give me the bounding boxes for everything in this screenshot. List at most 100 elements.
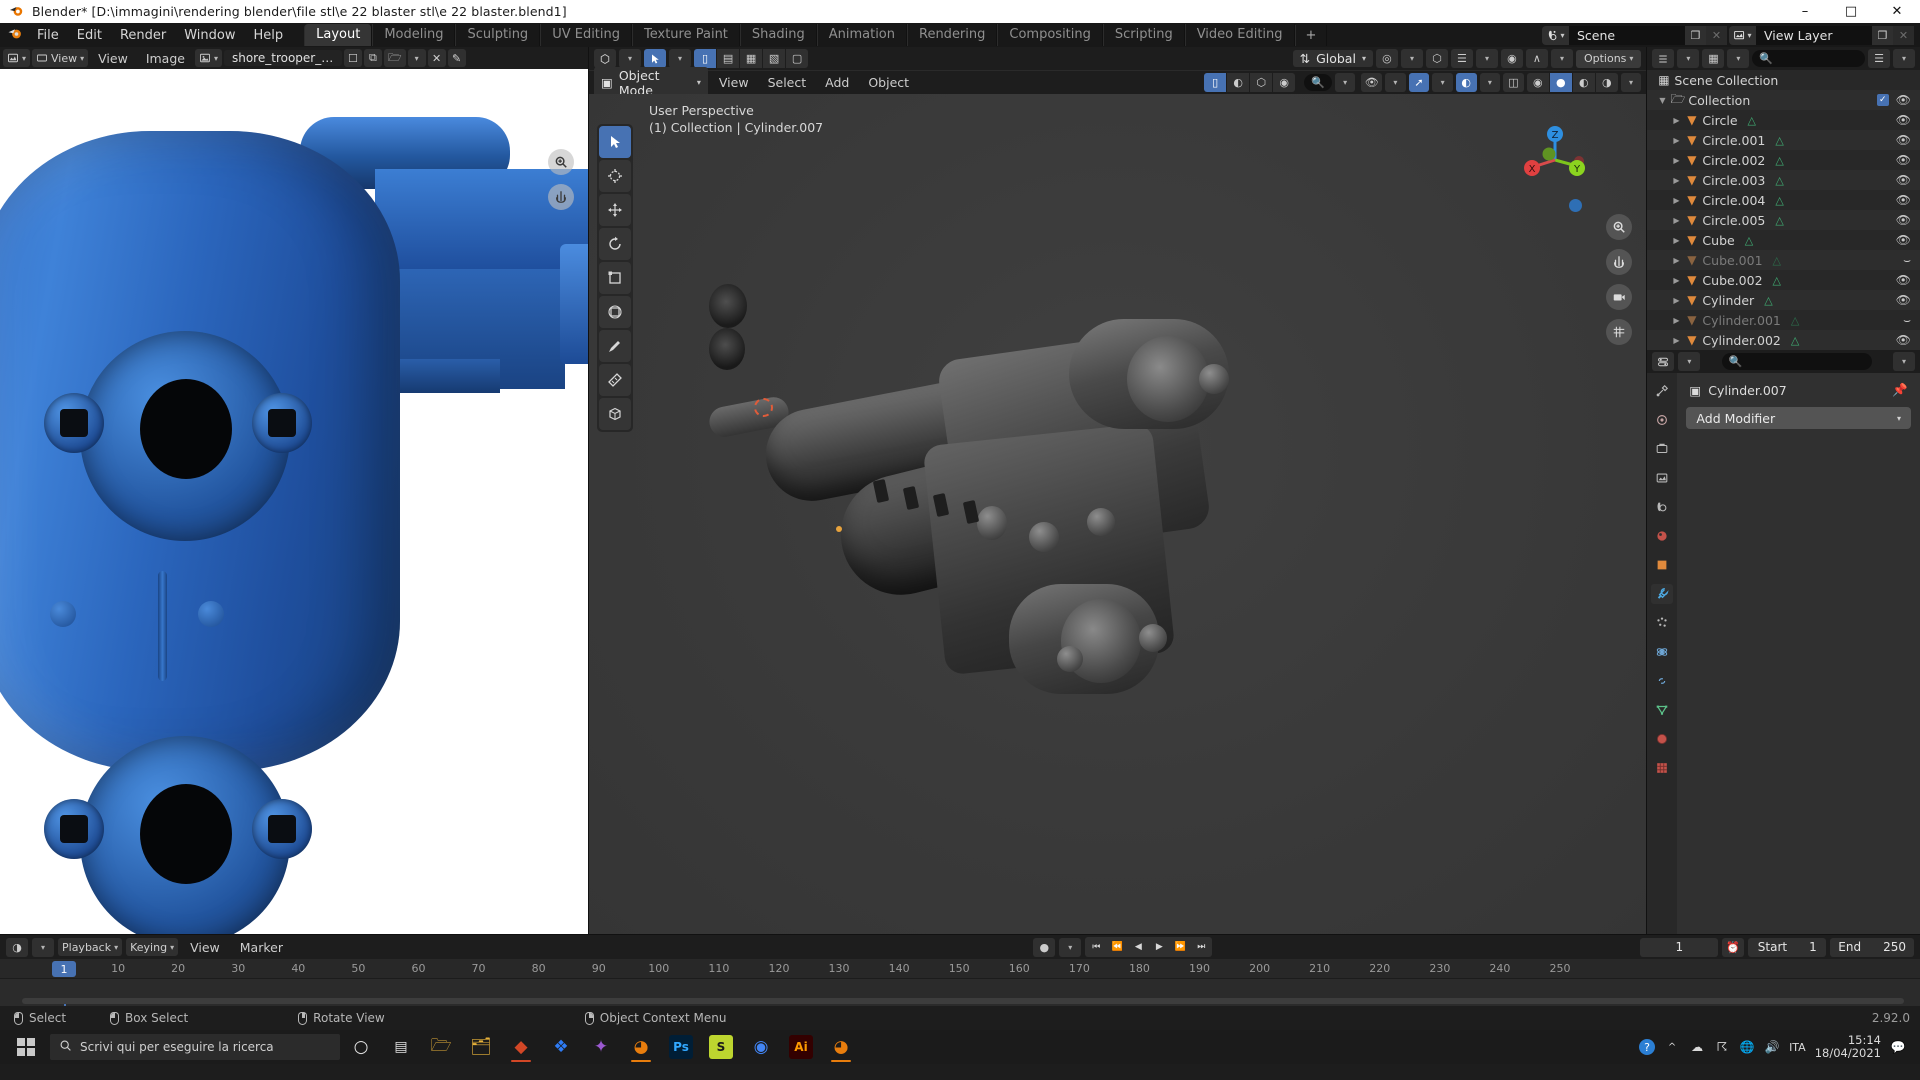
properties-tab-view-layer[interactable] (1651, 468, 1673, 488)
overlays-icon[interactable]: ◐ (1455, 73, 1477, 92)
eye-icon[interactable]: 👁 (1896, 153, 1911, 167)
timeline-horizontal-scrollbar[interactable] (22, 998, 1904, 1004)
properties-options-chevron[interactable]: ▾ (1892, 352, 1915, 371)
visibility-icon[interactable]: 👁 (1361, 73, 1383, 92)
viewport-editor-type-icon[interactable] (594, 49, 617, 68)
playhead-marker[interactable]: 1 (52, 961, 76, 977)
outliner-item-circle-002[interactable]: ▶ ▼ Circle.002 △ 👁 (1647, 150, 1920, 170)
blender-menu-icon[interactable] (2, 25, 28, 45)
properties-tab-output[interactable] (1651, 439, 1673, 459)
view-layer-selector[interactable]: ▾ View Layer ❐ ✕ (1729, 25, 1914, 45)
outliner-item-cube[interactable]: ▶ ▼ Cube △ 👁 (1647, 230, 1920, 250)
image-options-icon[interactable]: ▾ (407, 49, 426, 67)
proportional-falloff-icon[interactable]: ∧ (1525, 49, 1548, 68)
jump-to-start-button[interactable]: ⏮ (1086, 938, 1106, 956)
shading-solid-icon[interactable]: ● (1549, 73, 1572, 92)
next-keyframe-button[interactable]: ⏩ (1170, 938, 1190, 956)
eye-icon[interactable]: 👁 (1896, 173, 1911, 187)
outliner-item-cube-002[interactable]: ▶ ▼ Cube.002 △ 👁 (1647, 270, 1920, 290)
scale-tool[interactable] (599, 262, 632, 294)
browse-image-button[interactable]: ▾ (194, 49, 222, 67)
blender-icon[interactable]: ◕ (622, 1030, 660, 1064)
eye-closed-icon[interactable]: ⌣ (1903, 253, 1911, 268)
eye-icon[interactable]: 👁 (1896, 233, 1911, 247)
outliner-row-scene-collection[interactable]: ▦ Scene Collection (1647, 70, 1920, 90)
disclosure-triangle-icon[interactable]: ▶ (1669, 316, 1683, 325)
workspace-tab-video-editing[interactable]: Video Editing (1184, 24, 1295, 46)
outliner-tree[interactable]: ▦ Scene Collection ▼ 🗁 Collection ✓ 👁 ▶ … (1647, 70, 1920, 350)
viewport-search-input[interactable]: 🔍 (1304, 74, 1332, 91)
outliner-item-circle-005[interactable]: ▶ ▼ Circle.005 △ 👁 (1647, 210, 1920, 230)
outliner-search-input[interactable]: 🔍 (1752, 50, 1865, 67)
measure-tool[interactable] (599, 364, 632, 396)
eye-icon[interactable]: 👁 (1896, 333, 1911, 347)
select-invert-icon[interactable]: ▧ (763, 49, 786, 68)
usb-icon[interactable]: ☈ (1714, 1039, 1730, 1055)
pin-icon[interactable]: 📌 (1892, 382, 1908, 398)
disclosure-triangle-icon[interactable]: ▼ (1655, 96, 1669, 105)
tweak-select-tool-icon[interactable] (644, 49, 667, 68)
eye-icon[interactable]: 👁 (1896, 113, 1911, 127)
menu-help[interactable]: Help (245, 26, 293, 45)
windows-start-icon[interactable] (4, 1030, 48, 1064)
folder-icon[interactable]: 🗂 (462, 1030, 500, 1064)
overlays-chevron[interactable]: ▾ (1479, 73, 1501, 92)
magnet-icon[interactable]: ⬡ (1425, 49, 1448, 68)
viewport-canvas[interactable]: User Perspective (1) Collection | Cylind… (589, 94, 1647, 934)
outliner-item-cylinder[interactable]: ▶ ▼ Cylinder △ 👁 (1647, 290, 1920, 310)
gizmo-icon[interactable]: ➚ (1408, 73, 1430, 92)
outliner-row-collection[interactable]: ▼ 🗁 Collection ✓ 👁 (1647, 90, 1920, 110)
timeline-icon[interactable]: ◑ (6, 937, 28, 957)
krita-icon[interactable]: ✦ (582, 1030, 620, 1064)
xray-toggle-icon[interactable]: ◫ (1503, 73, 1524, 92)
new-view-layer-button[interactable]: ❐ (1872, 25, 1893, 45)
navigation-gizmo[interactable]: Z Y X (1519, 124, 1591, 196)
workspace-tab-rendering[interactable]: Rendering (907, 24, 998, 46)
global-local-icon[interactable]: ◐ (1227, 73, 1250, 92)
network-icon[interactable]: 🌐 (1739, 1039, 1755, 1055)
workspace-tab-texture-paint[interactable]: Texture Paint (632, 24, 740, 46)
transform-orientation-dropdown[interactable]: ⇅ Global ▾ (1292, 50, 1373, 67)
open-image-icon[interactable]: 🗁 (383, 49, 406, 67)
minimize-button[interactable]: – (1782, 0, 1828, 23)
pan-icon[interactable] (1606, 249, 1633, 275)
disclosure-triangle-icon[interactable]: ▶ (1669, 256, 1683, 265)
outliner-item-circle-003[interactable]: ▶ ▼ Circle.003 △ 👁 (1647, 170, 1920, 190)
properties-tab-scene[interactable] (1651, 497, 1673, 517)
play-reverse-button[interactable]: ◀ (1128, 938, 1148, 956)
eye-icon[interactable]: 👁 (1896, 273, 1911, 287)
copy-image-icon[interactable]: ⧉ (363, 49, 382, 67)
properties-tab-particles[interactable] (1651, 613, 1673, 633)
shading-material-preview-icon[interactable]: ◐ (1572, 73, 1595, 92)
viewport-options-button[interactable]: Options ▾ (1575, 49, 1642, 68)
photoshop-icon[interactable]: Ps (669, 1035, 693, 1059)
unlink-view-layer-button[interactable]: ✕ (1893, 25, 1914, 45)
eye-icon[interactable]: 👁 (1896, 193, 1911, 207)
snap-element-chevron[interactable]: ▾ (1475, 49, 1498, 68)
previous-keyframe-button[interactable]: ⏪ (1107, 938, 1127, 956)
properties-tab-modifier[interactable] (1651, 584, 1674, 604)
visibility-chevron[interactable]: ▾ (1385, 73, 1406, 92)
add-modifier-button[interactable]: Add Modifier ▾ (1686, 407, 1911, 429)
taskbar-clock[interactable]: 15:14 18/04/2021 (1815, 1034, 1881, 1060)
disclosure-triangle-icon[interactable]: ▶ (1669, 296, 1683, 305)
proportional-icon[interactable]: ◉ (1273, 73, 1296, 92)
add-workspace-button[interactable]: + (1294, 24, 1328, 46)
select-subtract-icon[interactable]: ▦ (740, 49, 763, 68)
transform-tool[interactable] (599, 296, 632, 328)
proportional-falloff-chevron[interactable]: ▾ (1550, 49, 1573, 68)
image-editor-menu-view[interactable]: View (90, 50, 136, 67)
outliner-display-mode-icon[interactable]: ▦ (1702, 49, 1725, 68)
notification-icon[interactable]: 💬 (1890, 1039, 1906, 1055)
illustrator-icon[interactable]: Ai (789, 1035, 813, 1059)
use-preview-range-icon[interactable]: ⏰ (1722, 937, 1745, 957)
collection-checkbox[interactable]: ✓ (1876, 94, 1889, 106)
properties-tab-object-data[interactable] (1651, 700, 1673, 720)
workspace-tab-layout[interactable]: Layout (304, 24, 373, 46)
select-set-icon[interactable]: ▯ (694, 49, 717, 68)
disclosure-triangle-icon[interactable]: ▶ (1669, 176, 1683, 185)
outliner-display-mode-chevron[interactable]: ▾ (1727, 49, 1750, 68)
outliner-item-circle-001[interactable]: ▶ ▼ Circle.001 △ 👁 (1647, 130, 1920, 150)
close-button[interactable]: ✕ (1874, 0, 1920, 23)
scene-name[interactable]: Scene (1569, 25, 1685, 45)
